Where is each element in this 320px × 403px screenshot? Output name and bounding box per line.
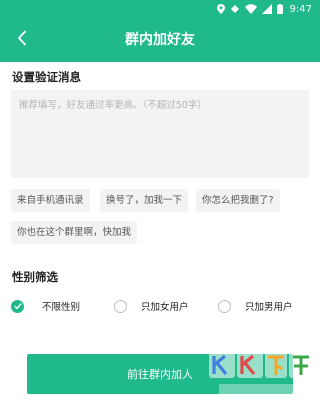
location-icon [216,4,225,14]
quick-reply-chip[interactable]: 你怎么把我删了? [196,189,280,212]
radio-unchecked-icon [114,299,127,313]
gender-option-label: 不限性别 [42,302,81,313]
gender-option-female[interactable]: 只加女用户 [114,296,189,316]
signal-icon [230,4,240,14]
gender-option-label: 只加女用户 [141,302,189,313]
radio-unchecked-icon [218,299,231,313]
status-time: 9:47 [289,3,312,15]
gender-option-any[interactable]: 不限性别 [11,296,80,316]
gender-options: 不限性别 只加女用户 只加男用户 [0,296,320,316]
gender-section-title: 性别筛选 [12,270,58,284]
go-add-members-button[interactable]: 前往群内加人 [27,354,293,394]
status-bar: 9:47 [0,0,320,18]
check-icon [11,299,24,313]
page-title: 群内加好友 [125,32,195,48]
gender-option-male[interactable]: 只加男用户 [218,296,293,316]
verify-section-title: 设置验证消息 [12,70,81,84]
chevron-left-icon [17,30,27,50]
app-bar: 群内加好友 [0,18,320,62]
battery-icon [276,4,283,14]
verify-message-input[interactable] [11,90,309,178]
back-button[interactable] [8,26,36,54]
wifi-icon [244,4,257,14]
quick-reply-chip[interactable]: 来自手机通讯录 [11,189,90,212]
gender-option-label: 只加男用户 [245,302,293,313]
cellular-icon [261,4,272,14]
quick-reply-chip[interactable]: 换号了，加我一下 [100,189,189,212]
quick-reply-chip[interactable]: 你也在这个群里啊，快加我 [11,221,138,244]
